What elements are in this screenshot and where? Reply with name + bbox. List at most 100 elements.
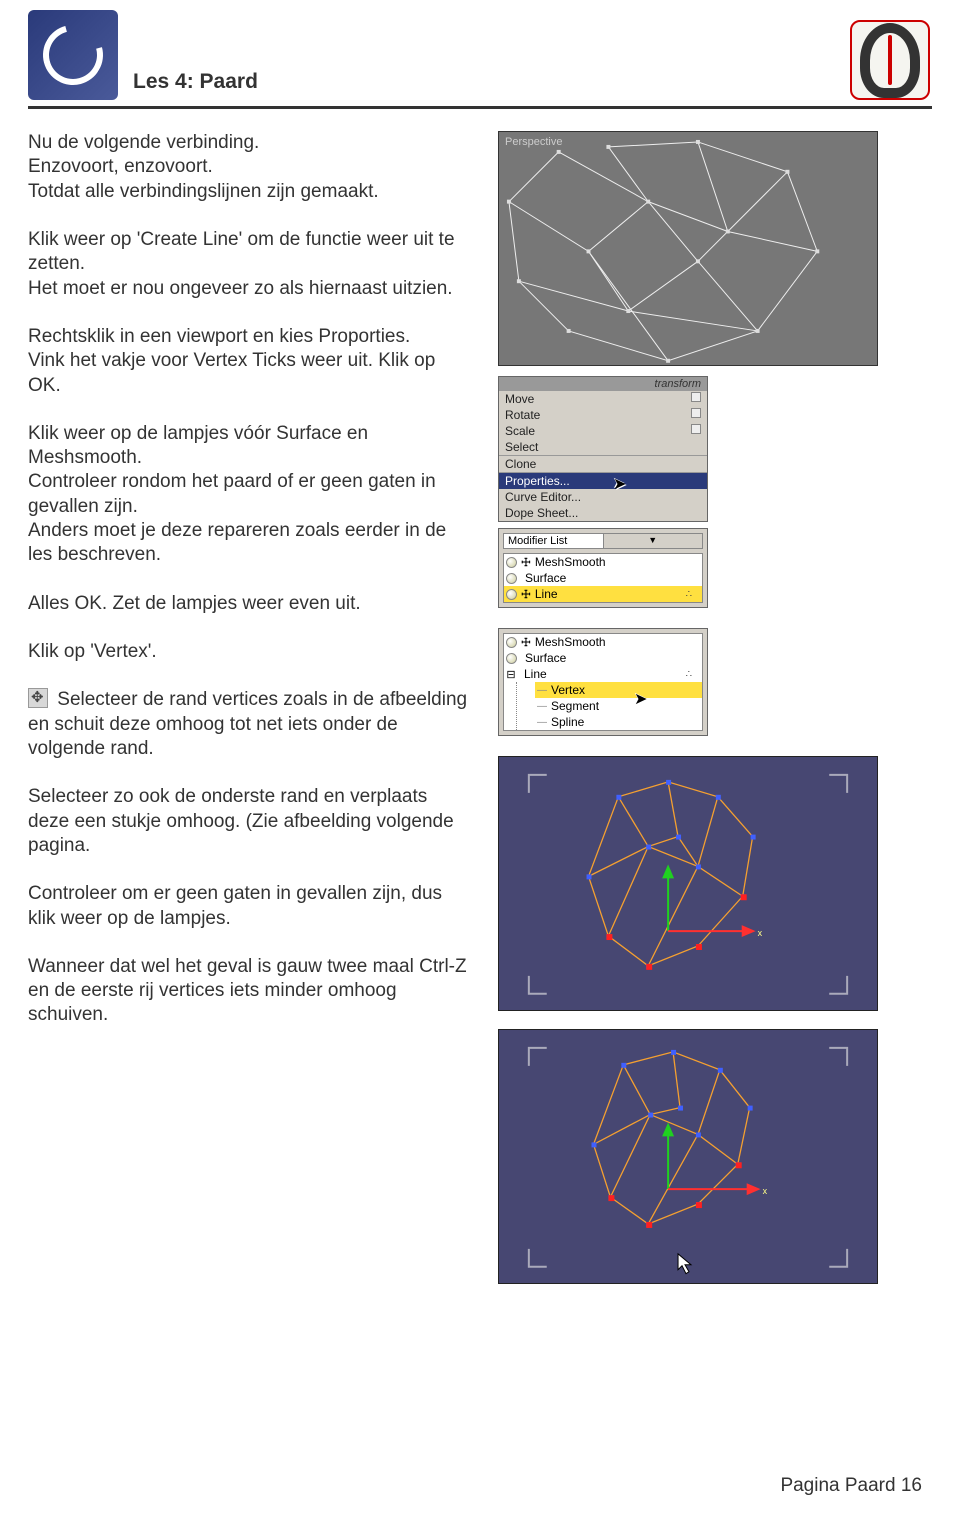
context-menu-item: Curve Editor... (499, 489, 707, 505)
line: Klik weer op 'Create Line' om de functie… (28, 229, 455, 274)
instruction-column: Nu de volgende verbinding. Enzovoort, en… (28, 131, 468, 1302)
chevron-down-icon: ▼ (603, 534, 703, 548)
modifier-label: Surface (525, 571, 566, 585)
line: Rechtsklik in een viewport en kies Propo… (28, 326, 410, 347)
modifier-row: ☩ MeshSmooth (504, 634, 702, 650)
line: Het moet er nou ongeveer zo als hiernaas… (28, 278, 453, 299)
line: Klik weer op de lampjes vóór Surface en … (28, 423, 368, 468)
line: Vink het vakje voor Vertex Ticks weer ui… (28, 350, 435, 395)
modifier-list-dropdown: Modifier List ▼ (503, 533, 703, 549)
cursor-icon: ➤ (634, 689, 647, 709)
context-menu-item: Scale (499, 423, 707, 439)
menu-item-label: Curve Editor... (505, 490, 581, 504)
modifier-list: ☩ MeshSmooth Surface ☩ Line ∴ (503, 553, 703, 603)
menu-item-label: Properties... (505, 474, 570, 488)
header-divider (28, 106, 932, 109)
page-header: Les 4: Paard (0, 0, 960, 100)
line: Nu de volgende verbinding. (28, 132, 259, 153)
modifier-row: ⊟Line∴ (504, 666, 702, 682)
subobject-row: — Spline (535, 714, 702, 730)
modifier-row: ☩ MeshSmooth (504, 554, 702, 570)
subobject-label: Vertex (551, 683, 585, 697)
context-menu-section: transform (499, 377, 707, 391)
modifier-list: ☩MeshSmoothSurface⊟Line∴—Vertex—Segment—… (503, 633, 703, 731)
mesh-edit-icon: x (499, 1030, 877, 1284)
context-menu-item: Select (499, 439, 707, 455)
figure-column: Perspective (498, 131, 932, 1302)
page-footer: Pagina Paard 16 (780, 1475, 922, 1497)
lightbulb-icon (506, 589, 517, 600)
line: Enzovoort, enzovoort. (28, 156, 213, 177)
viewport-editing-top: x (498, 756, 878, 1011)
modifier-label: MeshSmooth (535, 635, 606, 649)
tree-branch-icon: — (537, 717, 547, 728)
modifier-label: Line (535, 587, 558, 601)
menu-item-label: Rotate (505, 408, 540, 422)
paragraph: Nu de volgende verbinding. Enzovoort, en… (28, 131, 468, 204)
tree-branch-icon: — (537, 685, 547, 696)
line: Totdat alle verbindingslijnen zijn gemaa… (28, 181, 379, 202)
context-menu-item: Dope Sheet... (499, 505, 707, 521)
viewport-perspective: Perspective (498, 131, 878, 366)
modifier-stack-panel: Modifier List ▼ ☩ MeshSmooth Surface ☩ Line ∴ (498, 528, 708, 608)
modifier-label: Surface (525, 651, 566, 665)
menu-item-label: Move (505, 392, 534, 406)
checkbox-icon (691, 392, 701, 402)
context-menu: transform Move Rotate Scale Select Clone Prop… (498, 376, 708, 522)
paragraph: Wanneer dat wel het geval is gauw twee m… (28, 955, 468, 1028)
paragraph: Klik op 'Vertex'. (28, 640, 468, 664)
svg-text:x: x (758, 928, 763, 938)
checkbox-icon (691, 424, 701, 434)
content-row: Nu de volgende verbinding. Enzovoort, en… (0, 131, 960, 1302)
context-menu-figure: transform Move Rotate Scale Select Clone Prop… (498, 376, 708, 528)
modifier-stack-panel-expanded: ☩MeshSmoothSurface⊟Line∴—Vertex—Segment—… (498, 628, 708, 736)
header-left: Les 4: Paard (28, 10, 258, 100)
expand-icon: ☩ (521, 636, 531, 649)
spiral-icon (32, 14, 114, 96)
subobject-row: — Vertex (535, 682, 702, 698)
school-logo (850, 20, 930, 100)
subobject-tree: — Vertex — Segment — Spline (516, 682, 702, 730)
context-menu-item: Move (499, 391, 707, 407)
lightbulb-icon (506, 557, 517, 568)
menu-item-label: Scale (505, 424, 535, 438)
line: Selecteer de rand vertices zoals in de a… (28, 689, 467, 759)
paragraph: Alles OK. Zet de lampjes weer even uit. (28, 592, 468, 616)
app-logo-3dsmax (28, 10, 118, 100)
paragraph: Rechtsklik in een viewport en kies Propo… (28, 325, 468, 398)
expand-icon: ☩ (521, 556, 531, 569)
menu-item-label: Dope Sheet... (505, 506, 578, 520)
lightbulb-icon (506, 637, 517, 648)
modifier-label: MeshSmooth (535, 555, 606, 569)
modifier-row: Surface (504, 650, 702, 666)
dropdown-label: Modifier List (504, 534, 603, 548)
menu-item-label: Select (505, 440, 538, 454)
paragraph: Controleer om er geen gaten in gevallen … (28, 882, 468, 931)
context-menu-item: Rotate (499, 407, 707, 423)
subobject-dots-icon: ∴ (686, 589, 696, 600)
expand-icon: ☩ (521, 588, 531, 601)
modifier-row: Surface (504, 570, 702, 586)
lightbulb-icon (506, 573, 517, 584)
move-tool-icon (28, 688, 48, 708)
paragraph: Selecteer de rand vertices zoals in de a… (28, 688, 468, 761)
wireframe-icon (499, 132, 877, 366)
paragraph: Klik weer op 'Create Line' om de functie… (28, 228, 468, 301)
line: Controleer rondom het paard of er geen g… (28, 471, 436, 516)
cursor-icon: ➤ (613, 474, 626, 494)
lesson-title: Les 4: Paard (133, 70, 258, 94)
subobject-label: Spline (551, 715, 584, 729)
viewport-editing-bottom: x (498, 1029, 878, 1284)
modifier-label: Line (524, 667, 547, 681)
svg-text:x: x (763, 1186, 768, 1196)
menu-item-label: Clone (505, 457, 536, 471)
tree-branch-icon: — (537, 701, 547, 712)
line: Anders moet je deze repareren zoals eerd… (28, 520, 446, 565)
subobject-row: — Segment (535, 698, 702, 714)
modifier-row: ☩ Line ∴ (504, 586, 702, 602)
mesh-edit-icon: x (499, 757, 877, 1011)
checkbox-icon (691, 408, 701, 418)
lightbulb-icon (506, 653, 517, 664)
subobject-label: Segment (551, 699, 599, 713)
paragraph: Selecteer zo ook de onderste rand en ver… (28, 785, 468, 858)
